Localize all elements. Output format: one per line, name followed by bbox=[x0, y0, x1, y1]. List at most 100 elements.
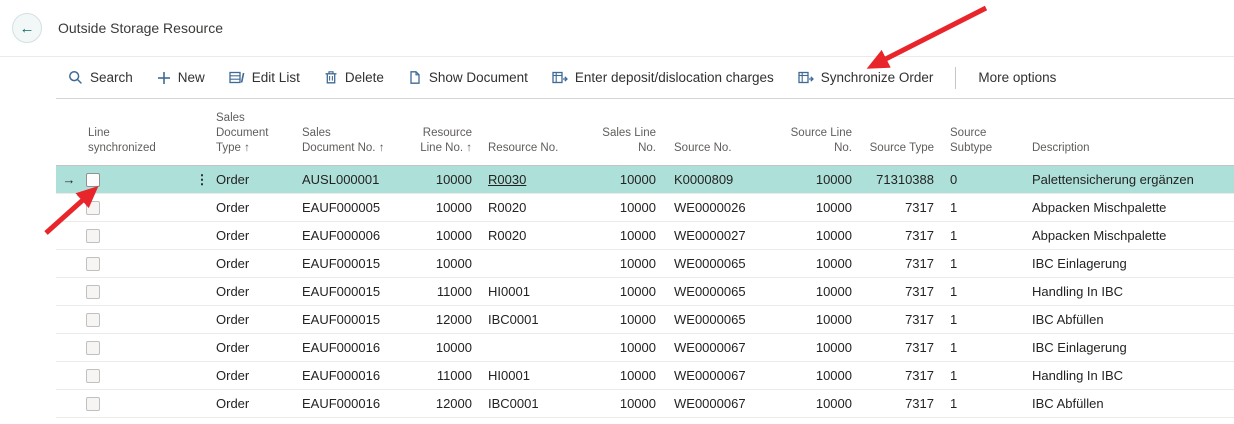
line-synchronized-checkbox[interactable] bbox=[86, 173, 100, 187]
resource-line-no-cell[interactable]: 11000 bbox=[392, 284, 478, 299]
sales-document-no-cell[interactable]: EAUF000015 bbox=[296, 284, 392, 299]
line-synchronized-cell[interactable] bbox=[82, 397, 194, 411]
enter-charges-button[interactable]: Enter deposit/dislocation charges bbox=[540, 57, 786, 98]
description-cell[interactable]: Abpacken Mischpalette bbox=[1026, 228, 1234, 243]
source-no-cell[interactable]: WE0000067 bbox=[662, 368, 770, 383]
resource-no-cell[interactable]: R0020 bbox=[478, 228, 568, 243]
table-row[interactable]: → ⋮ Order EAUF000015 11000 HI0001 10000 … bbox=[56, 278, 1234, 306]
sales-document-no-cell[interactable]: AUSL000001 bbox=[296, 172, 392, 187]
resource-line-no-cell[interactable]: 10000 bbox=[392, 172, 478, 187]
line-synchronized-cell[interactable] bbox=[82, 313, 194, 327]
line-synchronized-checkbox[interactable] bbox=[86, 313, 100, 327]
source-subtype-cell[interactable]: 1 bbox=[940, 340, 1026, 355]
line-synchronized-checkbox[interactable] bbox=[86, 285, 100, 299]
source-no-cell[interactable]: WE0000027 bbox=[662, 228, 770, 243]
table-row[interactable]: → ⋮ Order EAUF000005 10000 R0020 10000 W… bbox=[56, 194, 1234, 222]
description-cell[interactable]: IBC Einlagerung bbox=[1026, 256, 1234, 271]
line-synchronized-checkbox[interactable] bbox=[86, 257, 100, 271]
line-synchronized-cell[interactable] bbox=[82, 173, 194, 187]
resource-line-no-cell[interactable]: 12000 bbox=[392, 396, 478, 411]
search-button[interactable]: Search bbox=[56, 57, 145, 98]
source-type-cell[interactable]: 71310388 bbox=[858, 172, 940, 187]
sales-document-no-cell[interactable]: EAUF000016 bbox=[296, 340, 392, 355]
sales-line-no-cell[interactable]: 10000 bbox=[568, 172, 662, 187]
back-button[interactable]: ← bbox=[12, 13, 42, 43]
source-subtype-cell[interactable]: 1 bbox=[940, 256, 1026, 271]
resource-line-no-cell[interactable]: 10000 bbox=[392, 228, 478, 243]
source-line-no-cell[interactable]: 10000 bbox=[770, 172, 858, 187]
sales-line-no-cell[interactable]: 10000 bbox=[568, 312, 662, 327]
column-header-line-synchronized[interactable]: Line synchronized bbox=[82, 99, 194, 165]
column-header-source-subtype[interactable]: Source Subtype bbox=[940, 99, 1026, 165]
table-row[interactable]: → ⋮ Order EAUF000015 10000 10000 WE00000… bbox=[56, 250, 1234, 278]
sales-document-type-cell[interactable]: Order bbox=[210, 256, 296, 271]
resource-no-cell[interactable]: HI0001 bbox=[478, 284, 568, 299]
line-synchronized-checkbox[interactable] bbox=[86, 341, 100, 355]
source-type-cell[interactable]: 7317 bbox=[858, 368, 940, 383]
source-subtype-cell[interactable]: 1 bbox=[940, 228, 1026, 243]
new-button[interactable]: New bbox=[145, 57, 217, 98]
column-header-source-line-no[interactable]: Source Line No. bbox=[770, 99, 858, 165]
line-synchronized-checkbox[interactable] bbox=[86, 201, 100, 215]
resource-no-cell[interactable]: IBC0001 bbox=[478, 312, 568, 327]
source-no-cell[interactable]: K0000809 bbox=[662, 172, 770, 187]
table-row[interactable]: → ⋮ Order EAUF000015 12000 IBC0001 10000… bbox=[56, 306, 1234, 334]
description-cell[interactable]: Abpacken Mischpalette bbox=[1026, 200, 1234, 215]
line-synchronized-cell[interactable] bbox=[82, 285, 194, 299]
resource-line-no-cell[interactable]: 10000 bbox=[392, 200, 478, 215]
resource-line-no-cell[interactable]: 10000 bbox=[392, 256, 478, 271]
sales-line-no-cell[interactable]: 10000 bbox=[568, 284, 662, 299]
line-synchronized-cell[interactable] bbox=[82, 369, 194, 383]
source-line-no-cell[interactable]: 10000 bbox=[770, 284, 858, 299]
sales-line-no-cell[interactable]: 10000 bbox=[568, 340, 662, 355]
column-header-source-no[interactable]: Source No. bbox=[662, 99, 770, 165]
sales-document-no-cell[interactable]: EAUF000015 bbox=[296, 312, 392, 327]
source-line-no-cell[interactable]: 10000 bbox=[770, 256, 858, 271]
column-header-source-type[interactable]: Source Type bbox=[858, 99, 940, 165]
resource-line-no-cell[interactable]: 11000 bbox=[392, 368, 478, 383]
source-no-cell[interactable]: WE0000065 bbox=[662, 256, 770, 271]
sales-document-no-cell[interactable]: EAUF000005 bbox=[296, 200, 392, 215]
source-subtype-cell[interactable]: 1 bbox=[940, 284, 1026, 299]
line-synchronized-cell[interactable] bbox=[82, 341, 194, 355]
edit-list-button[interactable]: Edit List bbox=[217, 57, 312, 98]
sales-document-no-cell[interactable]: EAUF000015 bbox=[296, 256, 392, 271]
source-subtype-cell[interactable]: 1 bbox=[940, 368, 1026, 383]
column-header-resource-line-no[interactable]: Resource Line No. ↑ bbox=[392, 99, 478, 165]
sales-document-type-cell[interactable]: Order bbox=[210, 200, 296, 215]
line-synchronized-checkbox[interactable] bbox=[86, 229, 100, 243]
source-line-no-cell[interactable]: 10000 bbox=[770, 368, 858, 383]
resource-no-cell[interactable]: R0030 bbox=[478, 172, 568, 187]
table-row[interactable]: → ⋮ Order EAUF000016 12000 IBC0001 10000… bbox=[56, 390, 1234, 418]
row-menu-icon[interactable]: ⋮ bbox=[194, 172, 210, 188]
sales-line-no-cell[interactable]: 10000 bbox=[568, 368, 662, 383]
source-type-cell[interactable]: 7317 bbox=[858, 256, 940, 271]
source-line-no-cell[interactable]: 10000 bbox=[770, 228, 858, 243]
sales-line-no-cell[interactable]: 10000 bbox=[568, 256, 662, 271]
source-no-cell[interactable]: WE0000067 bbox=[662, 396, 770, 411]
sales-line-no-cell[interactable]: 10000 bbox=[568, 200, 662, 215]
sales-line-no-cell[interactable]: 10000 bbox=[568, 396, 662, 411]
resource-no-cell[interactable]: IBC0001 bbox=[478, 396, 568, 411]
description-cell[interactable]: Handling In IBC bbox=[1026, 368, 1234, 383]
table-row[interactable]: → ⋮ Order EAUF000016 11000 HI0001 10000 … bbox=[56, 362, 1234, 390]
description-cell[interactable]: Handling In IBC bbox=[1026, 284, 1234, 299]
sales-document-no-cell[interactable]: EAUF000016 bbox=[296, 396, 392, 411]
source-line-no-cell[interactable]: 10000 bbox=[770, 396, 858, 411]
sales-line-no-cell[interactable]: 10000 bbox=[568, 228, 662, 243]
source-subtype-cell[interactable]: 1 bbox=[940, 312, 1026, 327]
source-type-cell[interactable]: 7317 bbox=[858, 396, 940, 411]
sales-document-type-cell[interactable]: Order bbox=[210, 172, 296, 187]
column-header-sales-document-type[interactable]: Sales Document Type ↑ bbox=[210, 99, 296, 165]
source-subtype-cell[interactable]: 1 bbox=[940, 396, 1026, 411]
line-synchronized-cell[interactable] bbox=[82, 201, 194, 215]
table-row[interactable]: → ⋮ Order EAUF000016 10000 10000 WE00000… bbox=[56, 334, 1234, 362]
column-header-sales-document-no[interactable]: Sales Document No. ↑ bbox=[296, 99, 392, 165]
sales-document-type-cell[interactable]: Order bbox=[210, 340, 296, 355]
source-subtype-cell[interactable]: 0 bbox=[940, 172, 1026, 187]
source-no-cell[interactable]: WE0000026 bbox=[662, 200, 770, 215]
table-row[interactable]: → ⋮ Order EAUF000006 10000 R0020 10000 W… bbox=[56, 222, 1234, 250]
resource-line-no-cell[interactable]: 10000 bbox=[392, 340, 478, 355]
more-options-button[interactable]: More options bbox=[966, 57, 1068, 98]
source-type-cell[interactable]: 7317 bbox=[858, 340, 940, 355]
